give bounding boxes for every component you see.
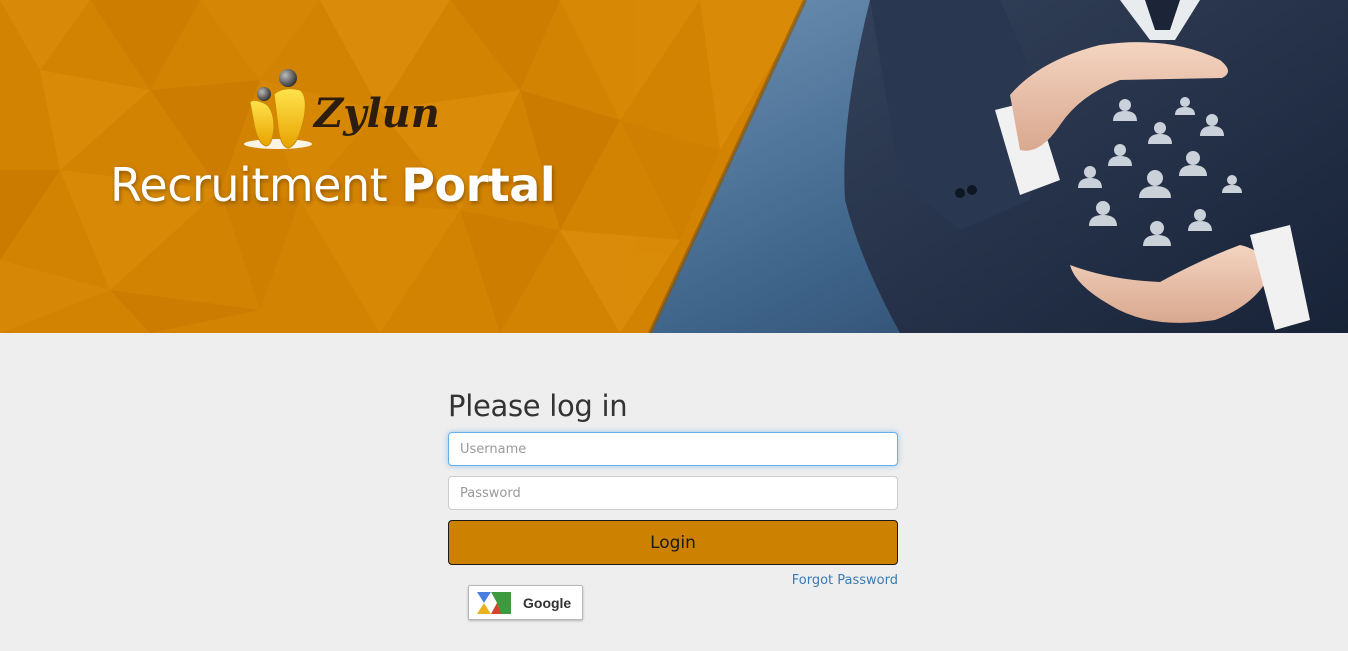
username-input[interactable] bbox=[448, 432, 898, 466]
page-title: Recruitment Portal bbox=[110, 158, 556, 212]
google-apps-icon bbox=[477, 591, 511, 614]
password-input[interactable] bbox=[448, 476, 898, 510]
title-regular: Recruitment bbox=[110, 158, 388, 212]
zylun-logo: Zylun bbox=[244, 68, 444, 152]
logo-text: Zylun bbox=[314, 90, 440, 137]
google-login-button[interactable]: Google bbox=[468, 585, 583, 620]
title-bold: Portal bbox=[401, 158, 556, 212]
login-button[interactable]: Login bbox=[448, 520, 898, 565]
header-banner: Zylun Recruitment Portal bbox=[0, 0, 1348, 333]
login-heading: Please log in bbox=[448, 389, 628, 423]
login-form: Please log in Login Forgot Password Goog… bbox=[448, 385, 898, 620]
google-label: Google bbox=[523, 594, 572, 611]
forgot-password-link[interactable]: Forgot Password bbox=[792, 573, 898, 588]
zylun-people-logo-icon bbox=[244, 69, 312, 149]
